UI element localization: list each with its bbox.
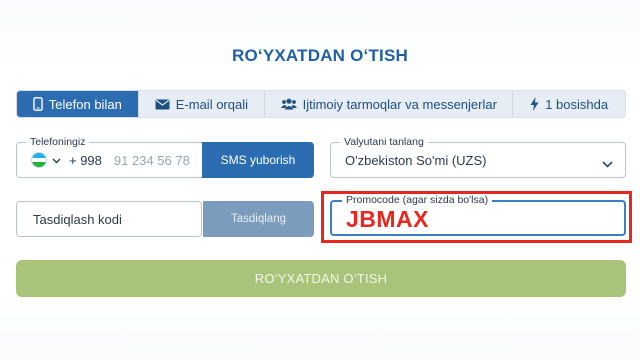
users-icon <box>280 98 297 110</box>
registration-page: RO‘YXATDAN O‘TISH Telefon bilan E-mail o… <box>0 0 640 360</box>
chevron-down-icon <box>602 155 613 173</box>
currency-label: Valyutani tanlang <box>340 136 428 148</box>
tab-email-label: E-mail orqali <box>175 96 248 112</box>
envelope-icon <box>155 99 170 110</box>
uzbekistan-flag-icon[interactable] <box>31 152 47 168</box>
register-submit-button[interactable]: RO‘YXATDAN O‘TISH <box>16 260 626 297</box>
promo-code-label: Promocode (agar sizda bo'lsa) <box>342 194 493 206</box>
registration-method-tabs: Telefon bilan E-mail orqali Ijtimoiy tar… <box>16 90 626 118</box>
send-sms-button[interactable]: SMS yuborish <box>202 142 314 178</box>
page-title: RO‘YXATDAN O‘TISH <box>232 46 408 65</box>
phone-input[interactable] <box>111 151 208 169</box>
phone-label: Telefoningiz <box>26 136 90 148</box>
tab-phone[interactable]: Telefon bilan <box>17 91 139 117</box>
promo-code-value: JBMAX <box>346 206 430 232</box>
confirm-button[interactable]: Tasdiqlang <box>203 201 314 237</box>
tab-phone-label: Telefon bilan <box>48 96 122 112</box>
lightning-icon <box>530 97 539 111</box>
tab-one-click-label: 1 bosishda <box>545 96 609 112</box>
phone-icon <box>33 97 43 111</box>
confirmation-code-field <box>16 201 202 237</box>
tab-email[interactable]: E-mail orqali <box>138 91 266 117</box>
currency-value: O'zbekiston So'mi (UZS) <box>345 152 487 168</box>
confirmation-code-input[interactable] <box>31 210 195 228</box>
tab-social-label: Ijtimoiy tarmoqlar va messenjerlar <box>302 96 497 112</box>
chevron-down-icon[interactable] <box>52 151 61 169</box>
tab-social[interactable]: Ijtimoiy tarmoqlar va messenjerlar <box>265 91 514 117</box>
tab-one-click[interactable]: 1 bosishda <box>513 91 625 117</box>
country-code: + 998 <box>69 152 102 168</box>
